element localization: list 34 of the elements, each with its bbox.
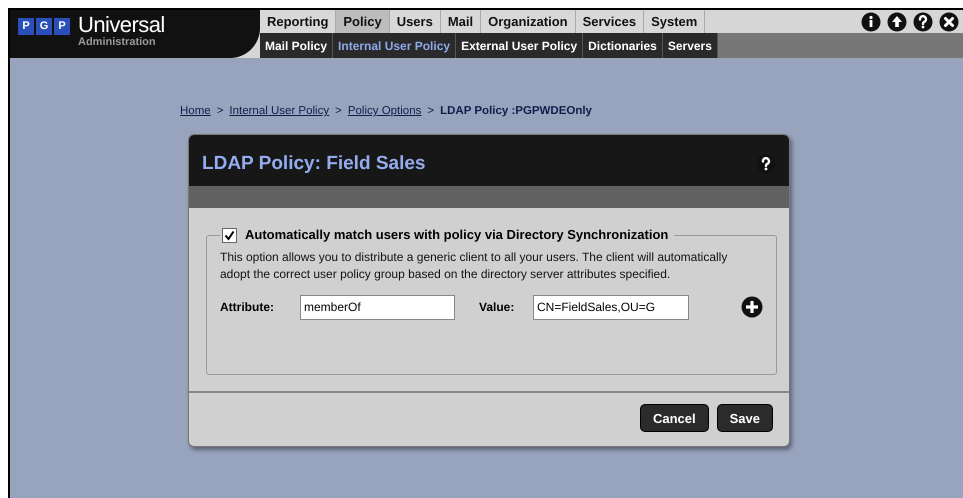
help-icon[interactable] bbox=[756, 154, 776, 174]
check-icon bbox=[224, 230, 235, 240]
breadcrumb-separator: > bbox=[216, 104, 224, 119]
breadcrumb-link[interactable]: Policy Options bbox=[348, 103, 422, 120]
logo-letter: G bbox=[36, 18, 52, 35]
help-icon[interactable] bbox=[913, 12, 933, 32]
sub-nav-tab[interactable]: Internal User Policy bbox=[333, 33, 456, 58]
value-field[interactable]: CN=FieldSales,OU=G bbox=[533, 294, 689, 320]
logo-subtitle: Administration bbox=[78, 37, 157, 48]
logo-letter: P bbox=[18, 18, 34, 35]
sub-nav-tab[interactable]: Servers bbox=[662, 33, 718, 58]
sync-checkbox[interactable] bbox=[222, 228, 237, 242]
breadcrumb-current: LDAP Policy :PGPWDEOnly bbox=[440, 104, 592, 119]
option-description: This option allows you to distribute a generic client to all your users. The client will automatically adopt the correct user policy group based on the directory server attributes specified. bbox=[220, 248, 728, 283]
dialog-title: LDAP Policy: Field Sales bbox=[202, 152, 426, 176]
logo-letter: P bbox=[54, 18, 70, 35]
attribute-label: Attribute: bbox=[220, 299, 275, 316]
dialog-button[interactable]: Save bbox=[716, 404, 773, 432]
info-icon[interactable] bbox=[861, 12, 881, 32]
close-icon[interactable] bbox=[939, 12, 959, 32]
sub-nav-tab[interactable]: Dictionaries bbox=[583, 33, 663, 58]
attribute-field[interactable]: memberOf bbox=[300, 294, 455, 320]
breadcrumb-link[interactable]: Home bbox=[180, 103, 211, 120]
sub-nav-tab[interactable]: Mail Policy bbox=[260, 33, 334, 58]
breadcrumb-separator: > bbox=[427, 104, 434, 119]
value-label: Value: bbox=[479, 299, 516, 316]
nav-tab[interactable]: Policy bbox=[336, 10, 390, 33]
add-icon[interactable] bbox=[741, 296, 763, 318]
checkbox-label: Automatically match users with policy via Directory Synchronization bbox=[245, 226, 670, 244]
logo-title: Universal bbox=[78, 14, 165, 36]
dialog-button[interactable]: Cancel bbox=[640, 404, 709, 432]
sub-nav-tab[interactable]: External User Policy bbox=[456, 33, 584, 58]
breadcrumb-link[interactable]: Internal User Policy bbox=[229, 103, 330, 120]
breadcrumb-separator: > bbox=[335, 104, 342, 119]
